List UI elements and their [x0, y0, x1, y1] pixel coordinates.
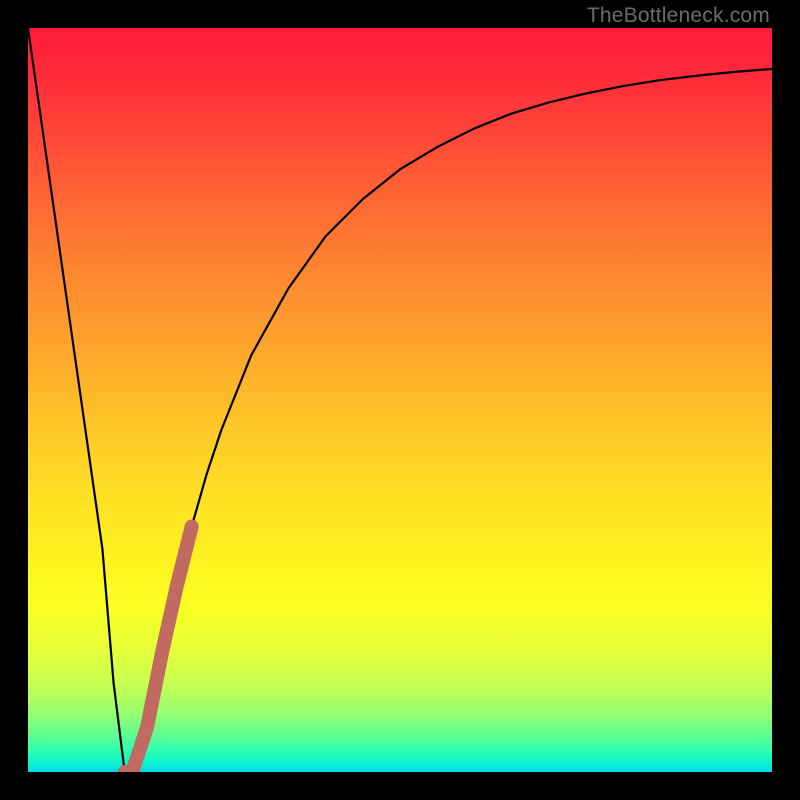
chart-svg: [28, 28, 772, 772]
highlight-segment: [125, 526, 192, 772]
chart-container: TheBottleneck.com: [0, 0, 800, 800]
watermark-text: TheBottleneck.com: [587, 4, 770, 28]
plot-area: [28, 28, 772, 772]
curve-group: [28, 28, 772, 772]
bottleneck-curve: [28, 28, 772, 772]
